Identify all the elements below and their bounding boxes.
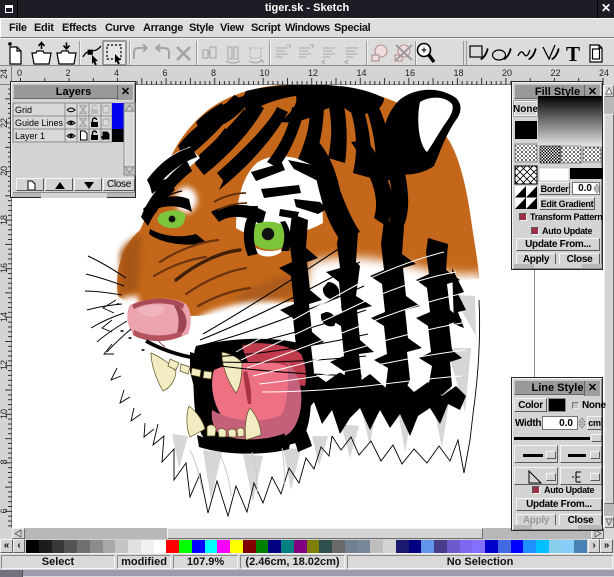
svg-text:T: T bbox=[566, 42, 580, 66]
svg-text:Grid: Grid bbox=[15, 105, 32, 115]
svg-text:None: None bbox=[513, 104, 538, 115]
svg-text:Guide Lines: Guide Lines bbox=[15, 118, 64, 128]
svg-text:Layer 1: Layer 1 bbox=[15, 131, 45, 141]
